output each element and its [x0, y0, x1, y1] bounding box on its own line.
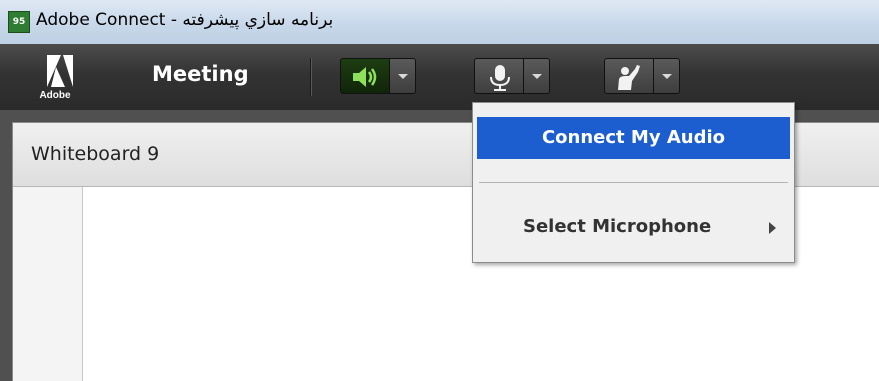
menu-item-select-microphone[interactable]: Select Microphone	[477, 207, 790, 247]
app-icon: 95	[8, 11, 30, 33]
whiteboard-toolbar	[13, 187, 83, 381]
speaker-control	[340, 58, 416, 94]
title-bar[interactable]: 95 Adobe Connect - برنامه سازي پيشرفته	[0, 0, 879, 44]
adobe-logo: Adobe	[33, 53, 77, 101]
speaker-dropdown-button[interactable]	[390, 58, 416, 94]
microphone-icon	[490, 65, 510, 91]
chevron-down-icon	[662, 74, 672, 79]
status-control	[604, 58, 680, 94]
window-title: Adobe Connect - برنامه سازي پيشرفته	[36, 10, 334, 30]
microphone-button[interactable]	[474, 58, 524, 94]
chevron-down-icon	[398, 74, 408, 79]
raise-hand-button[interactable]	[604, 58, 654, 94]
raise-hand-icon	[618, 65, 640, 90]
menu-item-connect-my-audio[interactable]: Connect My Audio	[477, 117, 790, 159]
app-window: 95 Adobe Connect - برنامه سازي پيشرفته A…	[0, 0, 879, 381]
status-dropdown-button[interactable]	[654, 58, 680, 94]
toolbar-divider	[310, 58, 312, 96]
pod-title: Whiteboard 9	[31, 143, 160, 165]
adobe-logo-text: Adobe	[39, 90, 71, 101]
speaker-icon	[353, 67, 377, 87]
menu-item-label: Select Microphone	[523, 216, 712, 237]
chevron-down-icon	[532, 74, 542, 79]
speaker-button[interactable]	[340, 58, 390, 94]
microphone-dropdown-button[interactable]	[524, 58, 550, 94]
main-toolbar: Adobe Meeting	[0, 44, 879, 110]
microphone-menu: Connect My Audio Select Microphone	[472, 102, 795, 263]
menu-separator	[479, 182, 788, 183]
meeting-menu[interactable]: Meeting	[152, 62, 249, 86]
chevron-right-icon	[769, 222, 776, 234]
microphone-control	[474, 58, 550, 94]
